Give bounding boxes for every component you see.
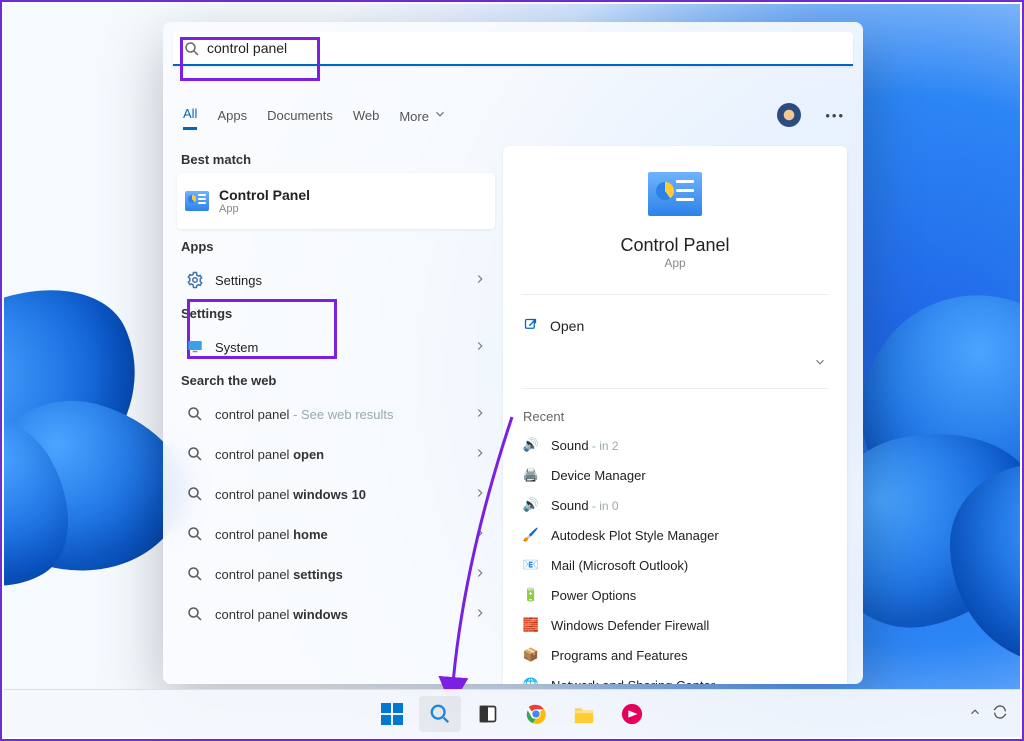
details-title: Control Panel bbox=[503, 235, 847, 256]
filter-tab-web[interactable]: Web bbox=[353, 102, 380, 129]
action-expand[interactable] bbox=[503, 351, 847, 382]
chevron-right-icon bbox=[473, 339, 487, 356]
search-icon bbox=[185, 444, 205, 464]
user-avatar[interactable] bbox=[777, 103, 801, 127]
tray-sync-icon[interactable] bbox=[992, 704, 1008, 725]
sound-icon: 🔊 bbox=[523, 437, 539, 453]
search-icon bbox=[185, 604, 205, 624]
device-manager-icon: 🖨️ bbox=[523, 467, 539, 483]
result-subtitle: App bbox=[219, 203, 310, 215]
taskbar-app-generic[interactable] bbox=[611, 696, 653, 732]
result-best-control-panel[interactable]: Control Panel App bbox=[177, 173, 495, 229]
search-icon bbox=[183, 40, 201, 58]
recent-item[interactable]: 🌐 Network and Sharing Center bbox=[503, 670, 847, 684]
result-title: Settings bbox=[215, 273, 262, 288]
recent-item[interactable]: 🔋 Power Options bbox=[503, 580, 847, 610]
recent-item[interactable]: 🔊 Sound - in 2 bbox=[503, 430, 847, 460]
result-setting-system[interactable]: System bbox=[177, 327, 495, 367]
result-details-pane: Control Panel App Open Recent 🔊 Sound - … bbox=[503, 146, 847, 684]
recent-item[interactable]: 🖌️ Autodesk Plot Style Manager bbox=[503, 520, 847, 550]
details-subtitle: App bbox=[503, 256, 847, 270]
search-icon bbox=[185, 484, 205, 504]
chevron-right-icon bbox=[473, 446, 487, 463]
result-title: System bbox=[215, 340, 258, 355]
chevron-right-icon bbox=[473, 526, 487, 543]
network-icon: 🌐 bbox=[523, 677, 539, 684]
taskbar-app-explorer[interactable] bbox=[563, 696, 605, 732]
result-title: Control Panel bbox=[219, 187, 310, 203]
section-header-web: Search the web bbox=[177, 367, 495, 394]
web-result[interactable]: control panel settings bbox=[177, 554, 495, 594]
taskbar-app-chrome[interactable] bbox=[515, 696, 557, 732]
chevron-right-icon bbox=[473, 606, 487, 623]
result-title: control panel settings bbox=[215, 567, 343, 582]
recent-item[interactable]: 📧 Mail (Microsoft Outlook) bbox=[503, 550, 847, 580]
power-icon: 🔋 bbox=[523, 587, 539, 603]
action-open[interactable]: Open bbox=[503, 301, 847, 351]
more-options-button[interactable]: ••• bbox=[821, 108, 849, 123]
search-input[interactable] bbox=[173, 32, 853, 66]
web-result[interactable]: control panel home bbox=[177, 514, 495, 554]
recent-item[interactable]: 🔊 Sound - in 0 bbox=[503, 490, 847, 520]
chevron-right-icon bbox=[473, 272, 487, 289]
sound-icon: 🔊 bbox=[523, 497, 539, 513]
recent-item[interactable]: 📦 Programs and Features bbox=[503, 640, 847, 670]
result-title: control panel open bbox=[215, 447, 324, 462]
filter-tab-more[interactable]: More bbox=[399, 101, 446, 130]
web-result[interactable]: control panel windows 10 bbox=[177, 474, 495, 514]
result-title: control panel - See web results bbox=[215, 407, 394, 422]
recent-header: Recent bbox=[503, 395, 847, 430]
taskbar bbox=[4, 689, 1020, 737]
firewall-icon: 🧱 bbox=[523, 617, 539, 633]
section-header-settings: Settings bbox=[177, 300, 495, 327]
filter-tab-all[interactable]: All bbox=[183, 100, 197, 130]
result-title: control panel windows bbox=[215, 607, 348, 622]
search-icon bbox=[185, 564, 205, 584]
search-icon bbox=[185, 404, 205, 424]
result-title: control panel windows 10 bbox=[215, 487, 366, 502]
tray-chevron-up-icon[interactable] bbox=[968, 705, 982, 724]
programs-icon: 📦 bbox=[523, 647, 539, 663]
action-label: Open bbox=[550, 318, 584, 334]
filter-tab-apps[interactable]: Apps bbox=[217, 102, 247, 129]
web-result[interactable]: control panel windows bbox=[177, 594, 495, 634]
start-search-panel: All Apps Documents Web More ••• Best mat… bbox=[163, 22, 863, 684]
section-header-apps: Apps bbox=[177, 233, 495, 260]
taskbar-search-button[interactable] bbox=[419, 696, 461, 732]
open-link-icon bbox=[523, 317, 538, 335]
result-title: control panel home bbox=[215, 527, 328, 542]
web-result[interactable]: control panel - See web results bbox=[177, 394, 495, 434]
search-filter-tabs: All Apps Documents Web More ••• bbox=[177, 100, 849, 130]
section-header-best-match: Best match bbox=[177, 146, 495, 173]
task-view-button[interactable] bbox=[467, 696, 509, 732]
search-icon bbox=[185, 524, 205, 544]
start-button[interactable] bbox=[371, 696, 413, 732]
gear-icon bbox=[185, 270, 205, 290]
filter-tab-documents[interactable]: Documents bbox=[267, 102, 333, 129]
control-panel-icon bbox=[185, 191, 209, 211]
chevron-right-icon bbox=[473, 566, 487, 583]
chevron-down-icon bbox=[813, 355, 827, 372]
chevron-right-icon bbox=[473, 406, 487, 423]
result-app-settings[interactable]: Settings bbox=[177, 260, 495, 300]
recent-item[interactable]: 🖨️ Device Manager bbox=[503, 460, 847, 490]
control-panel-icon bbox=[648, 172, 702, 216]
recent-item[interactable]: 🧱 Windows Defender Firewall bbox=[503, 610, 847, 640]
monitor-icon bbox=[185, 337, 205, 357]
web-result[interactable]: control panel open bbox=[177, 434, 495, 474]
chevron-right-icon bbox=[473, 486, 487, 503]
autodesk-icon: 🖌️ bbox=[523, 527, 539, 543]
mail-icon: 📧 bbox=[523, 557, 539, 573]
